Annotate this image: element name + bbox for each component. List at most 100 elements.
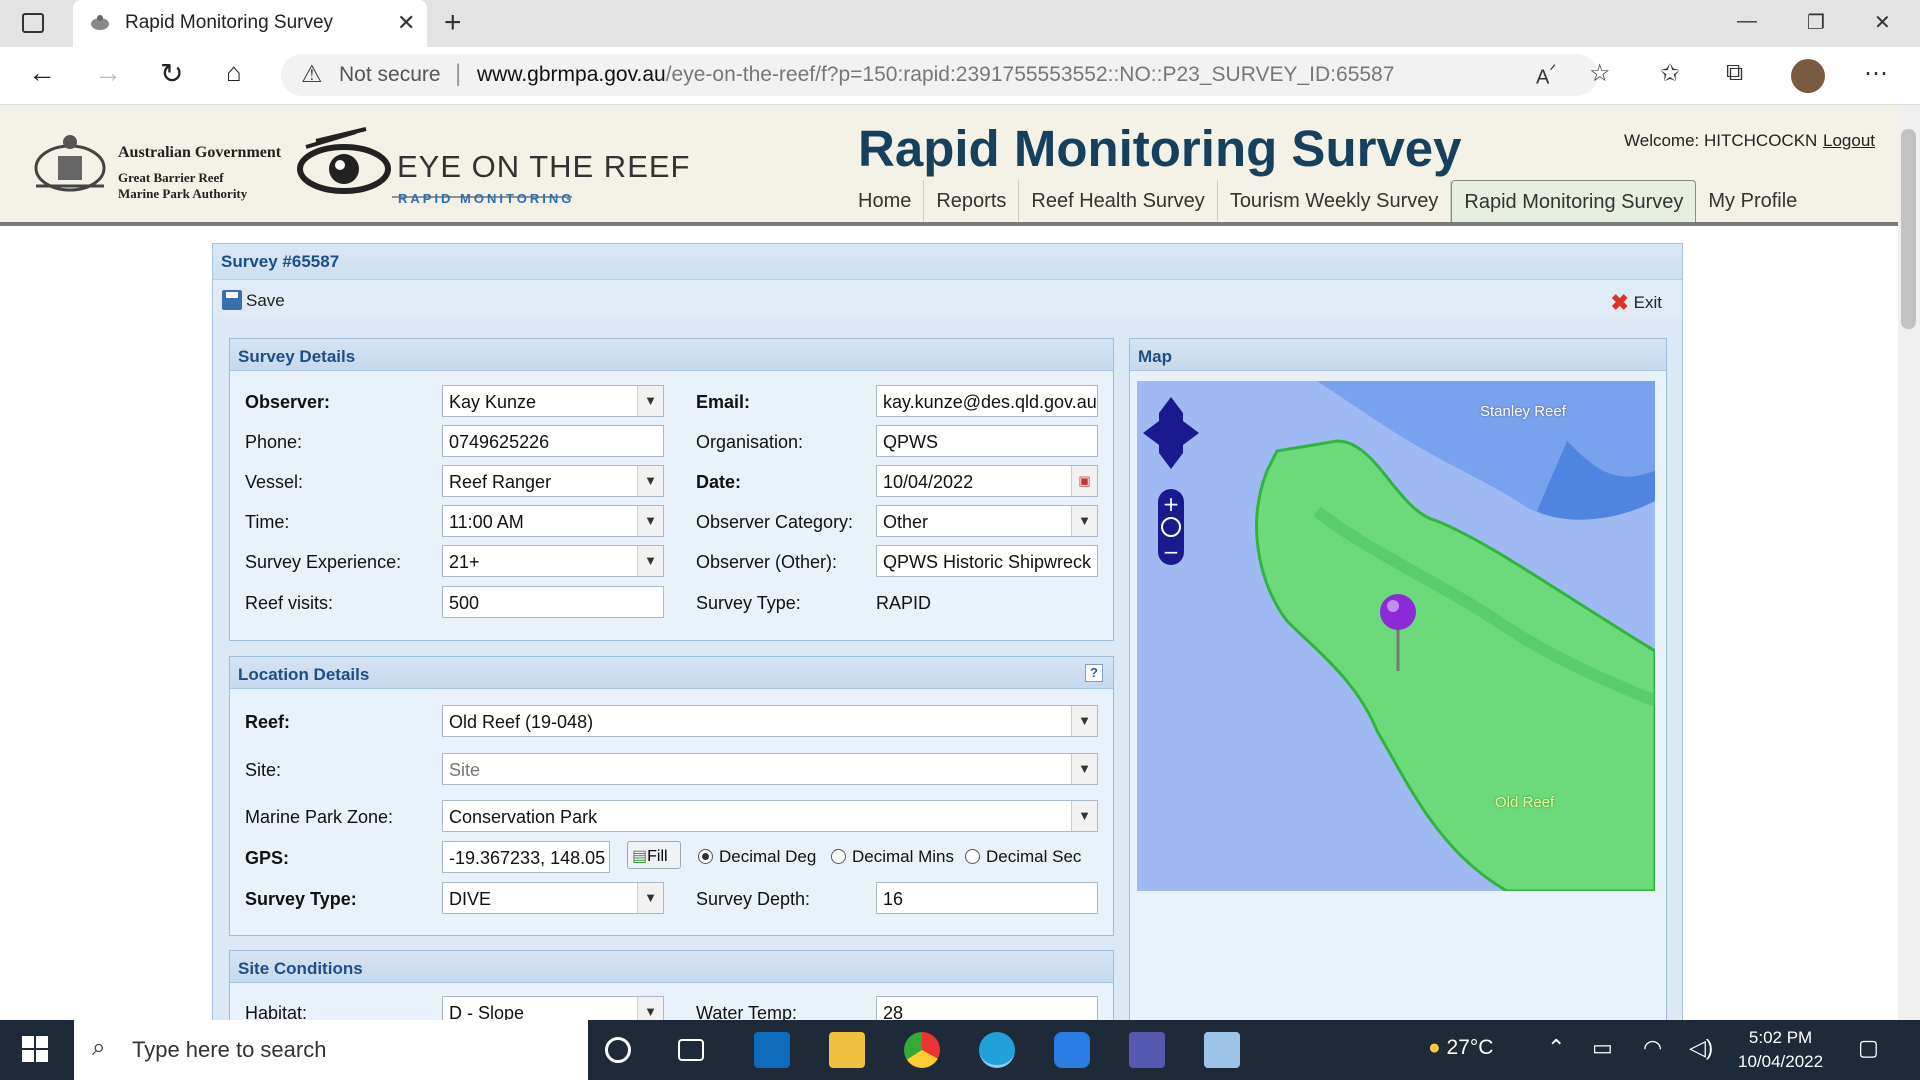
network-app-icon[interactable] [1204, 1032, 1240, 1068]
page-scrollbar[interactable] [1898, 105, 1920, 1020]
map-panel: Map + − Stanley Reef Old Reef [1129, 338, 1667, 1020]
gps-field[interactable]: -19.367233, 148.05 [442, 841, 610, 873]
map-label-old-reef: Old Reef [1495, 794, 1555, 811]
reef-select[interactable]: Old Reef (19-048) ▼ [442, 705, 1098, 737]
observer-category-select[interactable]: Other ▼ [876, 505, 1098, 537]
phone-field[interactable]: 0749625226 [442, 425, 664, 457]
marine-park-zone-select[interactable]: Conservation Park ▼ [442, 800, 1098, 832]
notifications-icon[interactable]: ▢ [1858, 1035, 1879, 1061]
save-button[interactable]: Save [222, 290, 285, 311]
survey-toolbar: Save ✖ Exit [213, 280, 1682, 318]
cortana-icon[interactable] [605, 1037, 631, 1063]
restore-icon[interactable]: ❐ [1807, 10, 1825, 35]
organisation-label: Organisation: [696, 432, 804, 452]
section-title: Site Conditions [238, 959, 363, 978]
chevron-up-icon[interactable]: ⌃ [1547, 1035, 1565, 1061]
new-tab-icon[interactable]: + [444, 6, 462, 40]
favorites-icon[interactable]: ✩ [1660, 59, 1680, 88]
outlook-icon[interactable] [754, 1032, 790, 1068]
svg-text:+: + [1163, 492, 1180, 516]
clock[interactable]: 5:02 PM 10/04/2022 [1738, 1026, 1823, 1074]
red-x-icon: ✖ [1610, 290, 1629, 315]
observer-category-label: Observer Category: [696, 512, 854, 532]
close-tab-icon[interactable]: ✕ [397, 10, 415, 36]
time-select[interactable]: 11:00 AM ▼ [442, 505, 664, 537]
home-icon[interactable]: ⌂ [226, 57, 242, 88]
window-close-icon[interactable]: ✕ [1874, 10, 1891, 35]
survey-type-label: Survey Type: [696, 593, 801, 613]
vessel-label: Vessel: [245, 472, 304, 492]
url-bar[interactable]: ⚠ Not secure | www.gbrmpa.gov.au/eye-on-… [281, 54, 1598, 96]
decimal-deg-radio[interactable]: Decimal Deg [698, 847, 816, 867]
chevron-down-icon: ▼ [637, 466, 663, 496]
task-view-icon[interactable] [678, 1039, 704, 1061]
tab-actions-icon[interactable] [22, 13, 44, 33]
url-text: www.gbrmpa.gov.au/eye-on-the-reef/f?p=15… [477, 63, 1395, 86]
weather-widget[interactable]: ● 27°C [1428, 1036, 1493, 1060]
reef-visits-field[interactable]: 500 [442, 586, 664, 618]
collections-icon[interactable]: ⧉ [1726, 59, 1743, 87]
date-field[interactable]: 10/04/2022 ▣ [876, 465, 1098, 497]
marine-park-zone-label: Marine Park Zone: [245, 807, 394, 827]
search-placeholder: Type here to search [132, 1037, 327, 1062]
nav-reef-health-survey[interactable]: Reef Health Survey [1019, 180, 1218, 223]
back-icon[interactable]: ← [28, 57, 56, 89]
eye-logo-subtitle: RAPID MONITORING [398, 191, 575, 206]
read-aloud-icon[interactable]: Aᐟ [1536, 61, 1556, 90]
reef-label: Reef: [245, 712, 291, 732]
habitat-select[interactable]: D - Slope ▼ [442, 996, 664, 1020]
site-conditions-panel: Site Conditions Habitat: D - Slope ▼ Wate… [229, 950, 1114, 1020]
nav-home[interactable]: Home [846, 180, 925, 223]
edge-icon[interactable] [979, 1032, 1015, 1068]
help-icon[interactable]: ? [1085, 664, 1103, 682]
chrome-icon[interactable] [904, 1032, 940, 1068]
add-favorite-icon[interactable]: ☆ [1589, 59, 1611, 88]
chevron-down-icon: ▼ [637, 883, 663, 913]
survey-depth-field[interactable]: 16 [876, 882, 1098, 914]
fill-icon: ▤ [632, 848, 648, 865]
vessel-select[interactable]: Reef Ranger ▼ [442, 465, 664, 497]
map-view[interactable]: + − Stanley Reef Old Reef [1137, 381, 1655, 891]
refresh-icon[interactable]: ↻ [160, 57, 183, 90]
coat-of-arms-icon [91, 15, 109, 30]
time-label: Time: [245, 512, 290, 532]
profile-avatar[interactable] [1791, 59, 1825, 93]
more-icon[interactable]: ⋯ [1864, 59, 1888, 88]
nav-my-profile[interactable]: My Profile [1696, 180, 1809, 223]
survey-type-value: RAPID [876, 593, 932, 613]
forward-icon[interactable]: → [94, 57, 122, 89]
file-explorer-icon[interactable] [829, 1032, 865, 1068]
teams-icon[interactable] [1129, 1032, 1165, 1068]
wifi-icon[interactable]: ◠ [1643, 1035, 1662, 1061]
taskbar-search[interactable]: ⌕ Type here to search [74, 1020, 588, 1080]
site-select[interactable]: Site ▼ [442, 753, 1098, 785]
map-label-stanley-reef: Stanley Reef [1480, 403, 1566, 420]
observer-other-field[interactable]: QPWS Historic Shipwreck S [876, 545, 1098, 577]
logout-link[interactable]: Logout [1823, 131, 1875, 151]
site-label: Site: [245, 760, 282, 780]
fill-button[interactable]: ▤Fill [627, 841, 681, 869]
organisation-field[interactable]: QPWS [876, 425, 1098, 457]
windows-start-icon[interactable] [22, 1036, 48, 1062]
sync-app-icon[interactable] [1054, 1032, 1090, 1068]
calendar-icon[interactable]: ▣ [1071, 466, 1097, 496]
survey-title: Survey #65587 [221, 252, 340, 271]
battery-icon[interactable]: ▭ [1592, 1035, 1613, 1061]
email-field[interactable]: kay.kunze@des.qld.gov.auc [876, 385, 1098, 417]
gov-name: Australian Government [118, 144, 282, 161]
survey-experience-select[interactable]: 21+ ▼ [442, 545, 664, 577]
minimize-icon[interactable]: — [1737, 10, 1757, 33]
nav-reports[interactable]: Reports [924, 180, 1020, 223]
nav-tourism-weekly-survey[interactable]: Tourism Weekly Survey [1218, 180, 1452, 223]
zoom-control[interactable]: + − [1158, 489, 1184, 565]
water-temp-field[interactable]: 28 [876, 996, 1098, 1020]
site-header: Australian Government Great Barrier Reef… [0, 105, 1898, 223]
volume-icon[interactable]: ◁) [1689, 1035, 1713, 1061]
survey-type-select[interactable]: DIVE ▼ [442, 882, 664, 914]
observer-select[interactable]: Kay Kunze ▼ [442, 385, 664, 417]
browser-tab[interactable]: Rapid Monitoring Survey ✕ [73, 0, 427, 47]
exit-button[interactable]: ✖ Exit [1610, 290, 1662, 316]
decimal-mins-radio[interactable]: Decimal Mins [831, 847, 954, 867]
decimal-sec-radio[interactable]: Decimal Sec [965, 847, 1081, 867]
nav-rapid-monitoring-survey[interactable]: Rapid Monitoring Survey [1451, 180, 1697, 223]
